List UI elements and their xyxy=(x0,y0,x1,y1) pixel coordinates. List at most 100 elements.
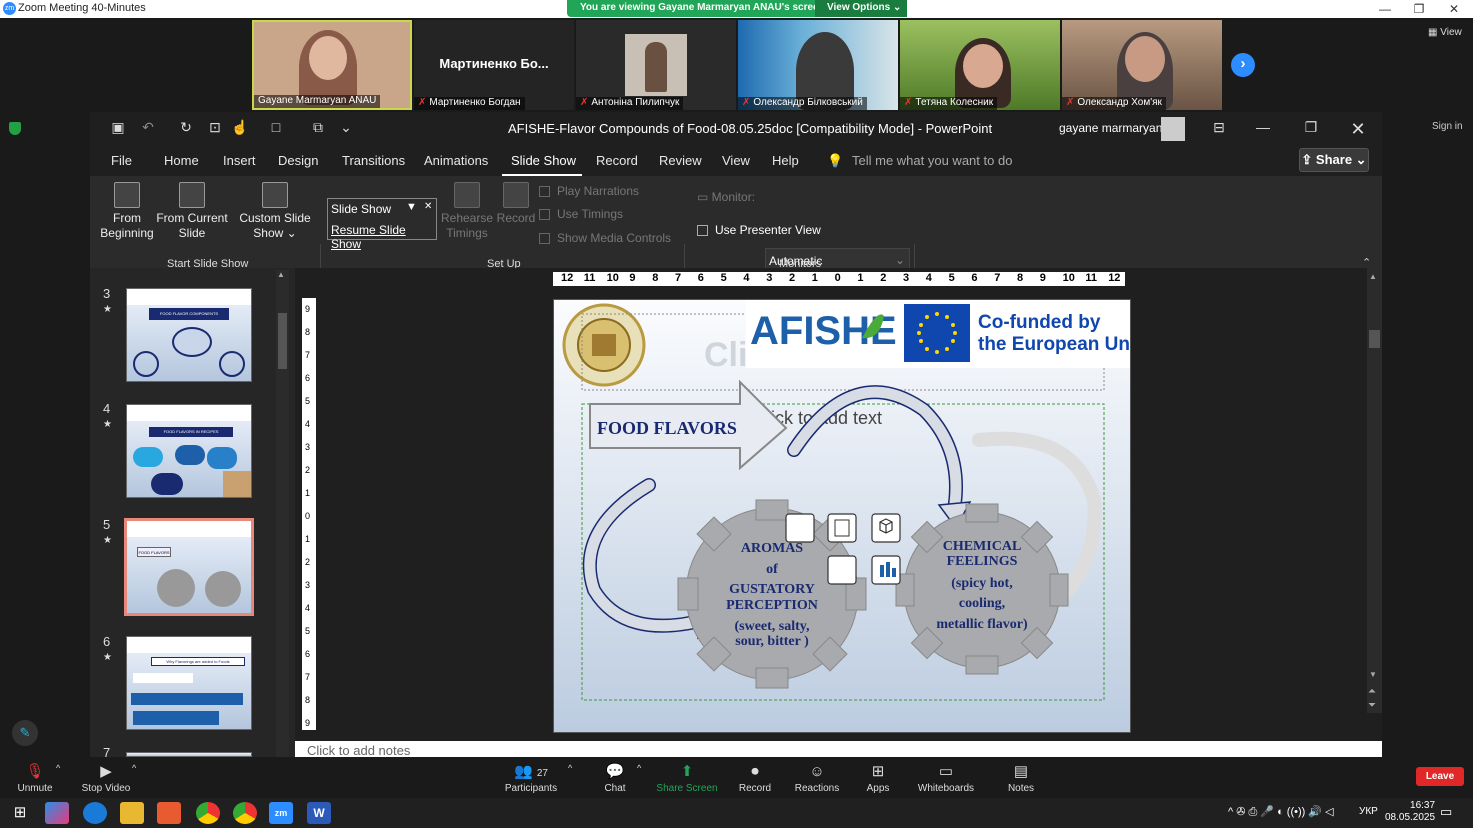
current-slide[interactable]: Click to add title Click to add text AFI… xyxy=(553,299,1131,733)
tab-home[interactable]: Home xyxy=(164,153,199,168)
slide-thumbnail[interactable]: FOOD FLAVOR COMPONENTS xyxy=(126,288,252,382)
chat-options-icon[interactable]: ^ xyxy=(637,763,641,773)
tab-insert[interactable]: Insert xyxy=(223,153,256,168)
slide-scrollbar[interactable]: ▲ ▼ ⏶ ⏷ xyxy=(1367,268,1382,713)
video-options-icon[interactable]: ^ xyxy=(132,763,136,773)
tab-review[interactable]: Review xyxy=(659,153,702,168)
participant-tile[interactable]: ✗ Тетяна Колесник xyxy=(900,20,1060,110)
media-player-icon[interactable] xyxy=(157,802,181,824)
tab-view[interactable]: View xyxy=(722,153,750,168)
popup-close-icon[interactable]: ✕ xyxy=(424,201,432,212)
lightbulb-icon: 💡 xyxy=(827,153,844,168)
tell-me-search[interactable]: Tell me what you want to do xyxy=(852,153,1012,168)
whiteboards-button[interactable]: ▭ Whiteboards xyxy=(906,757,986,794)
close-icon[interactable]: ✕ xyxy=(1437,0,1471,18)
restore-icon[interactable]: ❐ xyxy=(1301,119,1321,137)
sign-in-link[interactable]: Sign in xyxy=(1432,121,1463,132)
tab-design[interactable]: Design xyxy=(278,153,318,168)
ruler-tick: 5 xyxy=(948,272,955,284)
windows-start-icon[interactable]: ⊞ xyxy=(8,802,32,824)
participants-options-icon[interactable]: ^ xyxy=(568,763,572,773)
edge-icon[interactable] xyxy=(83,802,107,824)
layout-icon[interactable]: ⧉ xyxy=(308,119,328,137)
undo-icon[interactable]: ↶ xyxy=(138,119,158,137)
restore-icon[interactable]: ❐ xyxy=(1402,0,1436,18)
ruler-tick: 7 xyxy=(675,272,682,284)
notifications-icon[interactable]: ▭ xyxy=(1440,804,1452,820)
annotate-pencil-icon[interactable]: ✎ xyxy=(12,720,38,746)
chrome-profile-icon[interactable] xyxy=(233,802,257,824)
file-explorer-icon[interactable] xyxy=(120,802,144,824)
chrome-icon[interactable] xyxy=(196,802,220,824)
share-button[interactable]: ⇪ Share ⌄ xyxy=(1299,148,1369,172)
word-icon[interactable]: W xyxy=(307,802,331,824)
popup-dropdown-icon[interactable]: ▼ xyxy=(406,201,417,213)
save-icon[interactable]: ▣ xyxy=(108,119,128,137)
tab-slide-show[interactable]: Slide Show xyxy=(511,153,576,168)
use-presenter-view-checkbox[interactable]: Use Presenter View xyxy=(697,223,821,237)
ruler-tick: 3 xyxy=(305,442,311,452)
show-media-controls-checkbox[interactable]: Show Media Controls xyxy=(539,231,671,245)
redo-icon[interactable]: ↻ xyxy=(176,119,196,137)
tab-record[interactable]: Record xyxy=(596,153,638,168)
audio-options-icon[interactable]: ^ xyxy=(56,763,60,773)
unmute-button[interactable]: 🎙 Unmute xyxy=(0,757,75,794)
stopwatch-icon xyxy=(454,182,480,208)
view-button[interactable]: ▦ View xyxy=(1428,27,1462,38)
user-avatar[interactable] xyxy=(1161,117,1185,141)
screen-share-banner: You are viewing Gayane Marmaryan ANAU's … xyxy=(567,0,907,17)
system-clock[interactable]: 16:37 08.05.2025 xyxy=(1385,800,1435,824)
participant-tile[interactable]: ✗ Антоніна Пилипчук xyxy=(576,20,736,110)
resume-slide-show-link[interactable]: Resume Slide Show xyxy=(331,223,436,251)
from-beginning-button[interactable]: From Beginning xyxy=(98,178,156,241)
rehearse-timings-button[interactable]: Rehearse Timings xyxy=(438,178,496,241)
ribbon-display-icon[interactable]: ⊟ xyxy=(1209,119,1229,137)
copilot-icon[interactable] xyxy=(45,802,69,824)
participant-tile[interactable]: ✗ Олександр Білковський xyxy=(738,20,898,110)
slide-thumbnail[interactable]: Why Flavorings are added to Foods xyxy=(126,636,252,730)
system-tray-icons[interactable]: ^ ✇ ⎙ 🎤 ◐ ((•)) 🔊 ◁ xyxy=(1228,805,1334,819)
ruler-tick: 11 xyxy=(1085,272,1098,284)
slide-thumbnail[interactable]: FOOD FLAVORS IN RECIPES xyxy=(126,404,252,498)
shape-icon[interactable]: □ xyxy=(266,119,286,137)
leave-button[interactable]: Leave xyxy=(1416,767,1464,786)
minimize-icon[interactable]: — xyxy=(1253,119,1273,137)
security-shield-icon[interactable] xyxy=(9,122,21,135)
minimize-icon[interactable]: — xyxy=(1368,0,1402,18)
ruler-tick: 6 xyxy=(305,373,311,383)
ruler-tick: 5 xyxy=(305,396,311,406)
vertical-ruler: 9 8 7 6 5 4 3 2 1 0 1 2 3 4 5 6 7 8 9 xyxy=(302,298,316,730)
tab-animations[interactable]: Animations xyxy=(424,153,488,168)
gallery-next-icon[interactable]: › xyxy=(1231,53,1255,77)
present-icon[interactable]: ⊡ xyxy=(205,119,225,137)
participants-button[interactable]: 👥 27 Participants xyxy=(491,757,571,794)
view-options-button[interactable]: View Options ⌄ xyxy=(815,0,907,17)
customize-qat-icon[interactable]: ⌄ xyxy=(336,119,356,137)
food-flavors-label: FOOD FLAVORS xyxy=(597,418,737,438)
chat-icon: 💬 xyxy=(605,763,625,780)
ruler-tick: 9 xyxy=(629,272,636,284)
participant-tile[interactable]: ✗ Олександр Хом'як xyxy=(1062,20,1222,110)
from-current-slide-button[interactable]: From Current Slide xyxy=(156,178,228,241)
notes-button[interactable]: ▤ Notes xyxy=(981,757,1061,794)
tab-transitions[interactable]: Transitions xyxy=(342,153,405,168)
touch-mode-icon[interactable]: ☝ xyxy=(230,119,250,137)
participant-tile[interactable]: Gayane Marmaryan ANAU xyxy=(252,20,412,110)
ruler-tick: 7 xyxy=(305,350,311,360)
slide-thumbnail-selected[interactable]: FOOD FLAVORS xyxy=(124,518,254,616)
input-language[interactable]: УКР xyxy=(1359,806,1378,817)
ruler-tick: 8 xyxy=(652,272,659,284)
notes-pane[interactable]: Click to add notes xyxy=(295,741,1382,757)
user-name[interactable]: gayane marmaryan xyxy=(1059,121,1162,135)
chat-button[interactable]: 💬 Chat xyxy=(575,757,655,794)
custom-slide-show-button[interactable]: Custom Slide Show ⌄ xyxy=(236,178,314,241)
close-icon[interactable]: ✕ xyxy=(1348,119,1368,139)
zoom-taskbar-icon[interactable]: zm xyxy=(269,802,293,824)
thumbnail-scrollbar[interactable]: ▲ xyxy=(276,270,289,757)
participant-tile[interactable]: Мартиненко Бо... ✗ Мартиненко Богдан xyxy=(414,20,574,110)
tab-file[interactable]: File xyxy=(111,153,132,168)
record-button[interactable]: Record xyxy=(494,178,538,226)
play-narrations-checkbox[interactable]: Play Narrations xyxy=(539,184,639,198)
tab-help[interactable]: Help xyxy=(772,153,799,168)
use-timings-checkbox[interactable]: Use Timings xyxy=(539,207,623,221)
